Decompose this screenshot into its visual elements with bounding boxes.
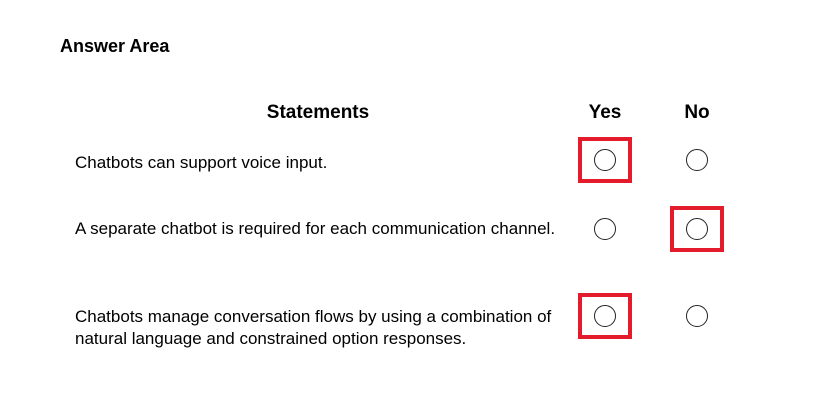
no-header: No xyxy=(684,102,710,123)
statement-3-yes-radio[interactable] xyxy=(594,305,616,327)
statement-3-no-radio[interactable] xyxy=(686,305,708,327)
statement-3-text: Chatbots manage conversation flows by us… xyxy=(75,307,552,348)
answer-area-title: Answer Area xyxy=(60,36,170,56)
yes-header: Yes xyxy=(588,102,622,123)
statement-1-yes-radio[interactable] xyxy=(594,149,616,171)
statement-2-text: A separate chatbot is required for each … xyxy=(75,219,556,238)
statements-header: Statements xyxy=(266,102,370,123)
statement-2-yes-radio[interactable] xyxy=(594,218,616,240)
statement-1-text: Chatbots can support voice input. xyxy=(75,153,328,172)
statement-2-no-radio[interactable] xyxy=(686,218,708,240)
statement-1-no-radio[interactable] xyxy=(686,149,708,171)
